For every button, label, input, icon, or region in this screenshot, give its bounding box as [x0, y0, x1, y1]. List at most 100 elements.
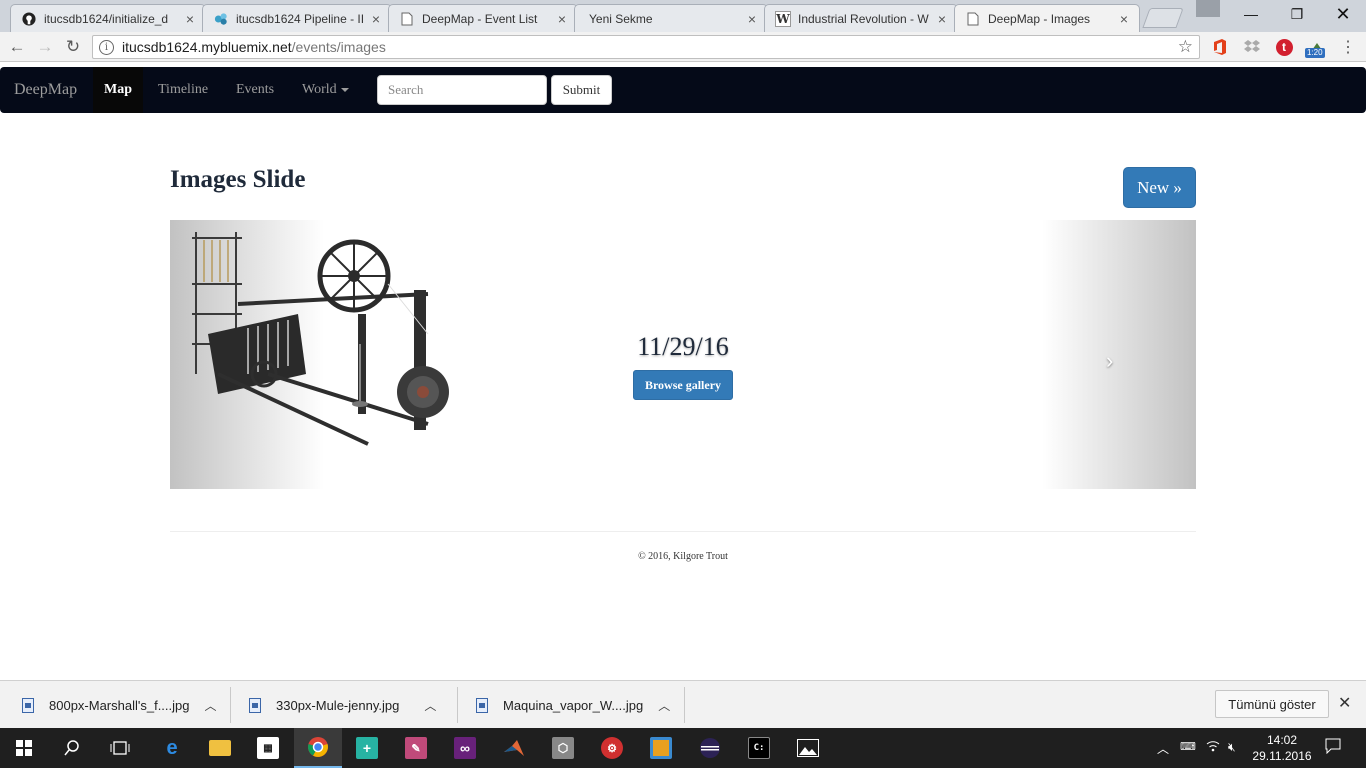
dropbox-icon[interactable]	[1243, 38, 1261, 56]
window-close-icon[interactable]: ✕	[1320, 0, 1366, 28]
download-filename: 800px-Marshall's_f....jpg	[49, 697, 190, 713]
tumblr-icon[interactable]: t	[1275, 38, 1293, 56]
terminal-icon[interactable]: C:	[735, 728, 783, 768]
minimize-icon[interactable]: —	[1228, 0, 1274, 28]
bookmark-star-icon[interactable]: ☆	[1178, 37, 1193, 57]
paint-icon[interactable]: ✎	[392, 728, 440, 768]
search-input[interactable]	[377, 75, 547, 105]
extension-badge: 1:20	[1305, 48, 1325, 58]
edge-icon[interactable]: e	[148, 728, 196, 768]
browser-tab-strip: itucsdb1624/initialize_d × itucsdb1624 P…	[0, 0, 1366, 32]
chevron-up-icon[interactable]: ︿	[424, 697, 436, 714]
start-icon[interactable]	[0, 728, 48, 768]
taskbar-clock[interactable]: 14:02 29.11.2016	[1252, 732, 1312, 764]
nav-timeline[interactable]: Timeline	[158, 67, 208, 113]
nav-events[interactable]: Events	[236, 67, 274, 113]
eclipse-icon[interactable]	[686, 728, 734, 768]
slide-date: 11/29/16	[637, 332, 729, 361]
chrome-icon[interactable]	[294, 728, 342, 768]
spinning-machine-image	[192, 232, 449, 446]
site-navbar: DeepMap Map Timeline Events World Submit	[0, 67, 1366, 113]
browser-tab-github[interactable]: itucsdb1624/initialize_d ×	[10, 4, 206, 32]
download-separator	[230, 687, 231, 723]
download-separator	[457, 687, 458, 723]
notifications-icon[interactable]	[1325, 738, 1341, 757]
close-icon[interactable]: ×	[183, 11, 197, 27]
task-view-icon[interactable]	[96, 728, 144, 768]
matlab-icon[interactable]	[490, 728, 538, 768]
download-item[interactable]: 800px-Marshall's_f....jpg ︿	[22, 689, 217, 721]
image-file-icon	[249, 697, 261, 713]
visual-studio-icon[interactable]: ∞	[441, 728, 489, 768]
search-icon[interactable]	[48, 728, 96, 768]
image-file-icon	[476, 697, 488, 713]
show-all-downloads-button[interactable]: Tümünü göster	[1215, 690, 1329, 718]
volume-muted-icon[interactable]: 🔇︎	[1228, 740, 1236, 755]
chevron-up-icon[interactable]: ︿	[658, 697, 670, 714]
tab-title: itucsdb1624/initialize_d	[44, 11, 169, 26]
profile-icon[interactable]	[1196, 0, 1220, 17]
tab-title: DeepMap - Event List	[422, 11, 538, 26]
browse-gallery-button[interactable]: Browse gallery	[633, 370, 733, 400]
app-plus-icon[interactable]: +	[343, 728, 391, 768]
download-filename: Maquina_vapor_W....jpg	[503, 697, 644, 713]
extension-badge-icon[interactable]: 1:20	[1305, 38, 1329, 58]
github-icon	[21, 11, 37, 27]
office-icon[interactable]	[1211, 38, 1229, 56]
url-host: itucsdb1624.mybluemix.net	[122, 39, 292, 55]
nav-map[interactable]: Map	[93, 67, 143, 113]
forward-icon[interactable]: →	[34, 36, 56, 58]
brand-link[interactable]: DeepMap	[14, 81, 77, 99]
chevron-up-icon[interactable]: ︿	[205, 697, 217, 714]
url-path: /events/images	[291, 39, 386, 55]
reload-icon[interactable]: ↻	[62, 36, 84, 58]
new-tab-button[interactable]	[1142, 8, 1184, 28]
store-icon[interactable]: ▦	[244, 728, 292, 768]
app-tool-icon[interactable]: ⚙	[588, 728, 636, 768]
close-icon[interactable]: ×	[935, 11, 949, 27]
carousel-next-icon[interactable]: ›	[1106, 348, 1113, 374]
close-icon[interactable]: ✕	[1338, 693, 1351, 713]
windows-taskbar: e ▦ + ✎ ∞ ⬡ ⚙ C: ︿ ⌨ 🔇︎ 14:02 29.11.2016	[0, 728, 1366, 768]
virtualbox-icon[interactable]: ⬡	[539, 728, 587, 768]
download-filename: 330px-Mule-jenny.jpg	[276, 697, 400, 713]
pipeline-icon	[213, 11, 229, 27]
browser-tab-wikipedia[interactable]: W Industrial Revolution - W ×	[764, 4, 958, 32]
browser-tab-new[interactable]: Yeni Sekme ×	[574, 4, 768, 32]
close-icon[interactable]: ×	[1117, 11, 1131, 27]
tab-title: DeepMap - Images	[988, 11, 1091, 26]
browser-tab-images[interactable]: DeepMap - Images ×	[954, 4, 1140, 32]
tab-title: Industrial Revolution - W	[798, 11, 929, 26]
carousel-caption: 11/29/16 Browse gallery	[602, 332, 764, 400]
caret-down-icon	[340, 87, 349, 92]
address-bar[interactable]: i itucsdb1624.mybluemix.net/events/image…	[92, 35, 1200, 59]
page-icon	[399, 11, 415, 27]
app-window-icon[interactable]	[637, 728, 685, 768]
page-title: Images Slide	[170, 166, 306, 193]
download-item[interactable]: Maquina_vapor_W....jpg ︿	[476, 689, 670, 721]
download-item[interactable]: 330px-Mule-jenny.jpg ︿	[249, 689, 436, 721]
close-icon[interactable]: ×	[555, 11, 569, 27]
menu-icon[interactable]: ⋮	[1339, 38, 1357, 56]
info-icon[interactable]: i	[99, 39, 114, 55]
restore-icon[interactable]: ❐	[1274, 0, 1320, 28]
wifi-icon[interactable]	[1206, 740, 1220, 755]
back-icon[interactable]: ←	[6, 36, 28, 58]
close-icon[interactable]: ×	[369, 11, 383, 27]
nav-world-dropdown[interactable]: World	[302, 67, 349, 113]
wikipedia-icon: W	[775, 10, 791, 27]
submit-button[interactable]: Submit	[551, 75, 612, 105]
input-method-icon[interactable]: ⌨	[1180, 740, 1196, 753]
browser-tab-pipeline[interactable]: itucsdb1624 Pipeline - II ×	[202, 4, 392, 32]
clock-time: 14:02	[1266, 733, 1298, 747]
file-explorer-icon[interactable]	[196, 728, 244, 768]
carousel-right-shade[interactable]	[1042, 220, 1196, 489]
browser-tab-event-list[interactable]: DeepMap - Event List ×	[388, 4, 578, 32]
new-button[interactable]: New »	[1123, 167, 1196, 208]
chevron-up-icon[interactable]: ︿	[1157, 740, 1169, 757]
footer-divider	[170, 531, 1196, 532]
footer-text: © 2016, Kilgore Trout	[638, 551, 728, 562]
clock-date: 29.11.2016	[1252, 749, 1312, 763]
photos-icon[interactable]	[784, 728, 832, 768]
close-icon[interactable]: ×	[745, 11, 759, 27]
